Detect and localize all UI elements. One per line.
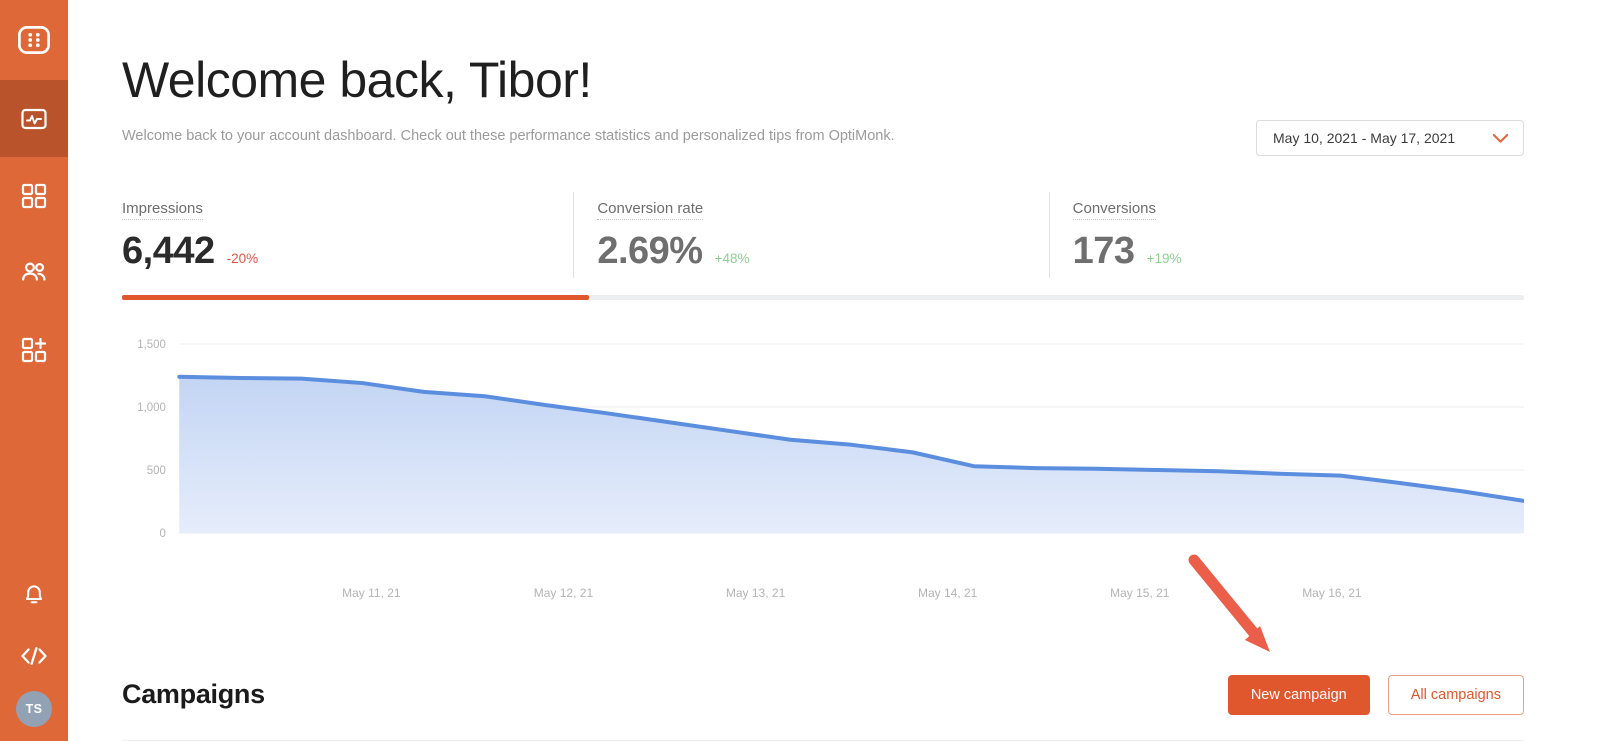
sidebar-item-notifications[interactable] — [0, 563, 68, 625]
sidebar-item-dashboard[interactable] — [0, 80, 68, 157]
metric-label: Conversions — [1073, 200, 1156, 220]
new-campaign-button[interactable]: New campaign — [1228, 675, 1370, 715]
metric-value-row: 173 +19% — [1073, 230, 1524, 273]
campaigns-title: Campaigns — [122, 679, 265, 710]
metric-label: Conversion rate — [597, 200, 703, 220]
impressions-area-chart: 1,5001,0005000 May 11, 21May 12, 21May 1… — [122, 322, 1524, 582]
y-tick-label: 1,500 — [137, 337, 166, 350]
date-range-picker[interactable]: May 10, 2021 - May 17, 2021 — [1256, 120, 1524, 156]
chart-x-axis-labels: May 11, 21 May 12, 21 May 13, 21 May 14, 21… — [122, 582, 1524, 608]
x-tick-label: May 13, 21 — [726, 586, 785, 600]
metric-value: 2.69% — [597, 230, 702, 273]
campaigns-actions: New campaign All campaigns — [1228, 675, 1524, 715]
chart-area-fill — [179, 376, 1524, 532]
metric-tabs: Impressions 6,442 -20% Conversion rate 2… — [122, 190, 1524, 295]
campaigns-section-header: Campaigns New campaign All campaigns — [122, 649, 1524, 741]
bell-icon — [22, 581, 46, 607]
x-tick-label: May 11, 21 — [342, 586, 400, 600]
sidebar-item-visitors[interactable] — [0, 234, 68, 311]
sidebar-logo[interactable] — [0, 0, 68, 80]
avatar[interactable]: TS — [16, 691, 52, 727]
metric-value-row: 2.69% +48% — [597, 230, 1048, 273]
dashboard-page: TS Welcome back, Tibor! Welcome back to … — [0, 0, 1600, 741]
metric-value: 6,442 — [122, 230, 215, 273]
metric-value-row: 6,442 -20% — [122, 230, 573, 273]
metric-tab-conversion-rate[interactable]: Conversion rate 2.69% +48% — [573, 190, 1048, 295]
metric-tab-conversions[interactable]: Conversions 173 +19% — [1049, 190, 1524, 295]
page-title: Welcome back, Tibor! — [122, 52, 1524, 110]
y-tick-label: 0 — [159, 526, 166, 539]
people-icon — [20, 260, 48, 286]
main-content: Welcome back, Tibor! Welcome back to you… — [68, 0, 1600, 741]
metric-tab-track — [122, 295, 1524, 300]
metric-label: Impressions — [122, 200, 203, 220]
y-tick-label: 1,000 — [137, 400, 166, 413]
x-tick-label: May 12, 21 — [534, 586, 593, 600]
sidebar-item-embed-code[interactable] — [0, 625, 68, 687]
y-tick-label: 500 — [147, 463, 167, 476]
metric-delta: -20% — [227, 251, 259, 266]
x-tick-label: May 15, 21 — [1110, 586, 1169, 600]
date-range-label: May 10, 2021 - May 17, 2021 — [1273, 130, 1455, 146]
chevron-down-icon — [1492, 133, 1509, 144]
grid-squares-icon — [21, 183, 47, 209]
x-tick-label: May 14, 21 — [918, 586, 977, 600]
add-template-icon — [21, 337, 48, 363]
metric-value: 173 — [1073, 230, 1135, 273]
metric-delta: +48% — [715, 251, 750, 266]
code-icon — [19, 645, 49, 667]
sidebar-bottom: TS — [0, 563, 68, 741]
metric-tab-impressions[interactable]: Impressions 6,442 -20% — [122, 190, 573, 295]
x-tick-label: May 16, 21 — [1302, 586, 1361, 600]
all-campaigns-button[interactable]: All campaigns — [1388, 675, 1524, 715]
metric-delta: +19% — [1147, 251, 1182, 266]
chart-canvas: 1,500 1,000 500 0 — [122, 322, 1524, 582]
sidebar-item-new-campaign[interactable] — [0, 311, 68, 388]
metrics-section: Impressions 6,442 -20% Conversion rate 2… — [122, 190, 1524, 300]
sidebar: TS — [0, 0, 68, 741]
optimonk-logo-icon — [17, 23, 51, 57]
sidebar-item-campaigns[interactable] — [0, 157, 68, 234]
metric-tab-indicator — [122, 295, 589, 300]
analytics-pulse-icon — [20, 105, 48, 133]
chart-y-axis-labels: 1,500 1,000 500 0 — [137, 337, 166, 539]
